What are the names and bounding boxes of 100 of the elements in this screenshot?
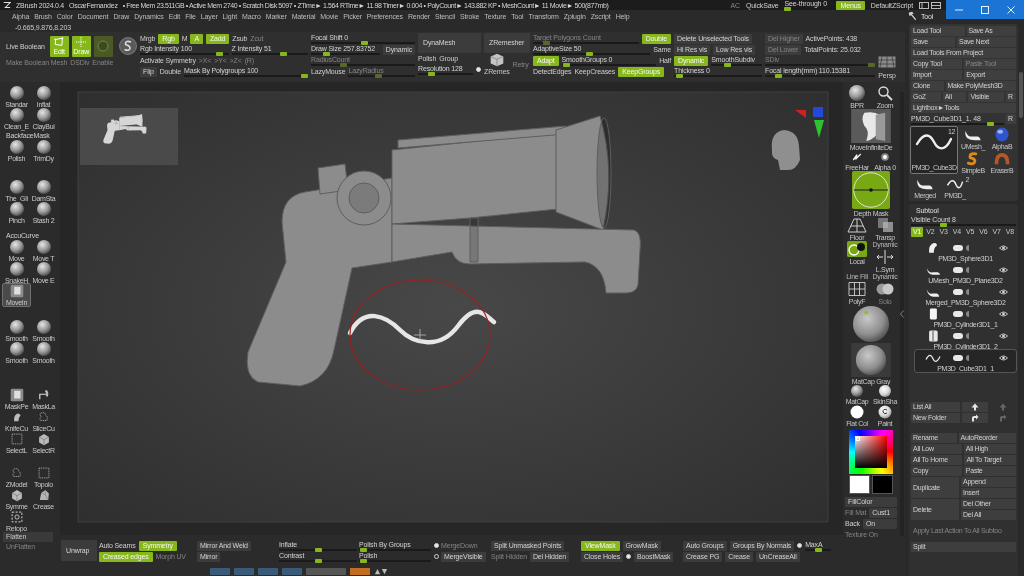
magnifier-icon [877,85,893,101]
tool-tile-icon [9,466,24,480]
toggle-pill-icon [952,311,963,317]
radio-dot-icon[interactable] [434,543,439,548]
tool-tile-icon [9,432,24,446]
tool-tile-icon [9,510,24,524]
logo-icon [3,1,11,9]
eye-icon [998,267,1008,273]
toggle-pill-icon [952,355,963,361]
sphere-icon [36,86,51,100]
floor-grid-icon [847,217,867,233]
sphere-icon [36,320,51,334]
scroll-arrows-icon [374,568,388,575]
cube-icon [489,53,504,67]
axis-gizmo-icon[interactable] [795,107,824,138]
navigator-thumbnail[interactable] [80,108,178,165]
scribble-stroke-icon [851,151,863,163]
figure-pair-icon [875,281,895,297]
slider-thumb[interactable] [361,40,369,45]
maximize-icon [981,5,989,14]
slider-thumb[interactable] [775,73,783,78]
taskbar-tile[interactable] [210,568,230,575]
gauge-circle-icon [852,171,890,209]
slider-thumb[interactable] [301,73,308,78]
slider-thumb[interactable] [585,51,593,56]
icon-button[interactable] [962,402,988,412]
sphere-icon [879,385,891,397]
slider-thumb[interactable] [314,558,322,563]
slider-thumb[interactable] [280,51,288,56]
brush-thumbnail-icon [850,109,892,143]
sphere-icon [849,85,865,101]
dotted-cross-icon [76,37,87,47]
sphere-icon [9,342,24,356]
sphere-icon [851,385,863,397]
hammer-icon [907,11,917,21]
slider-thumb[interactable] [360,558,368,563]
color-swatch[interactable] [872,475,893,494]
eye-icon [998,355,1008,361]
edit-frame-icon [54,37,65,47]
eye-icon [998,333,1008,339]
taskbar-tile[interactable] [350,568,370,575]
sphere-icon [9,202,24,216]
bent-arrow-icon [999,414,1007,422]
slider-thumb[interactable] [784,7,792,11]
radio-dot-icon[interactable] [476,67,481,72]
brush-thumbnail-icon [9,284,24,298]
sphere-icon [9,108,24,122]
material-sphere-icon [852,305,890,343]
sphere-icon [36,240,51,254]
mode-button[interactable] [93,35,113,57]
taskbar-tile[interactable] [282,568,302,575]
slider-thumb[interactable] [986,121,994,126]
sphere-icon [9,180,24,194]
taskbar-tile[interactable] [234,568,254,575]
color-swatch[interactable] [849,475,870,494]
swirl-sphere-icon [878,405,892,419]
taskbar-tile[interactable] [306,568,346,575]
slider-thumb[interactable] [427,71,435,76]
ring-icon [97,40,110,52]
tool-tile-icon [9,388,24,402]
scrollbar-thumb[interactable] [1019,72,1023,118]
eye-icon [998,311,1008,317]
toggle-pill-icon [952,333,963,339]
taskbar-tile[interactable] [258,568,278,575]
sphere-icon [36,262,51,276]
soft-dot-icon [879,151,891,163]
sphere-icon [9,240,24,254]
arch-icon [992,151,1012,166]
flat-disc-icon [850,405,864,419]
toggle-pill-icon [952,267,963,273]
sculpt-mode-button[interactable] [119,37,137,55]
slider-thumb[interactable] [563,62,571,67]
head-gizmo-icon[interactable] [771,130,800,170]
tool-tile-icon [36,388,51,402]
layout-icon [919,1,929,9]
slider-thumb[interactable] [940,222,948,227]
sphere-icon [9,320,24,334]
icon-button[interactable] [962,413,988,423]
slider-thumb[interactable] [314,547,322,552]
picker-handle[interactable] [856,437,860,441]
slider-thumb[interactable] [814,547,822,552]
eye-icon [998,289,1008,295]
tool-tile-icon [36,410,51,424]
radio-dot-icon[interactable] [626,554,632,559]
slider-thumb[interactable] [323,51,331,56]
slider-track[interactable] [911,122,1004,125]
slider-thumb[interactable] [724,62,732,67]
slider-thumb[interactable] [676,73,684,78]
slider-thumb[interactable] [360,547,368,552]
color-picker[interactable] [849,430,893,474]
slider-thumb[interactable] [215,51,223,56]
radio-dot-icon[interactable] [797,543,803,548]
tool-tile-icon [36,432,51,446]
toggle-pill-icon [952,245,963,251]
sphere-icon [992,127,1012,142]
sphere-icon [36,202,51,216]
sphere-icon [36,108,51,122]
slider-track[interactable] [561,63,657,66]
slider-track[interactable] [533,52,651,55]
close-icon [1007,5,1015,14]
